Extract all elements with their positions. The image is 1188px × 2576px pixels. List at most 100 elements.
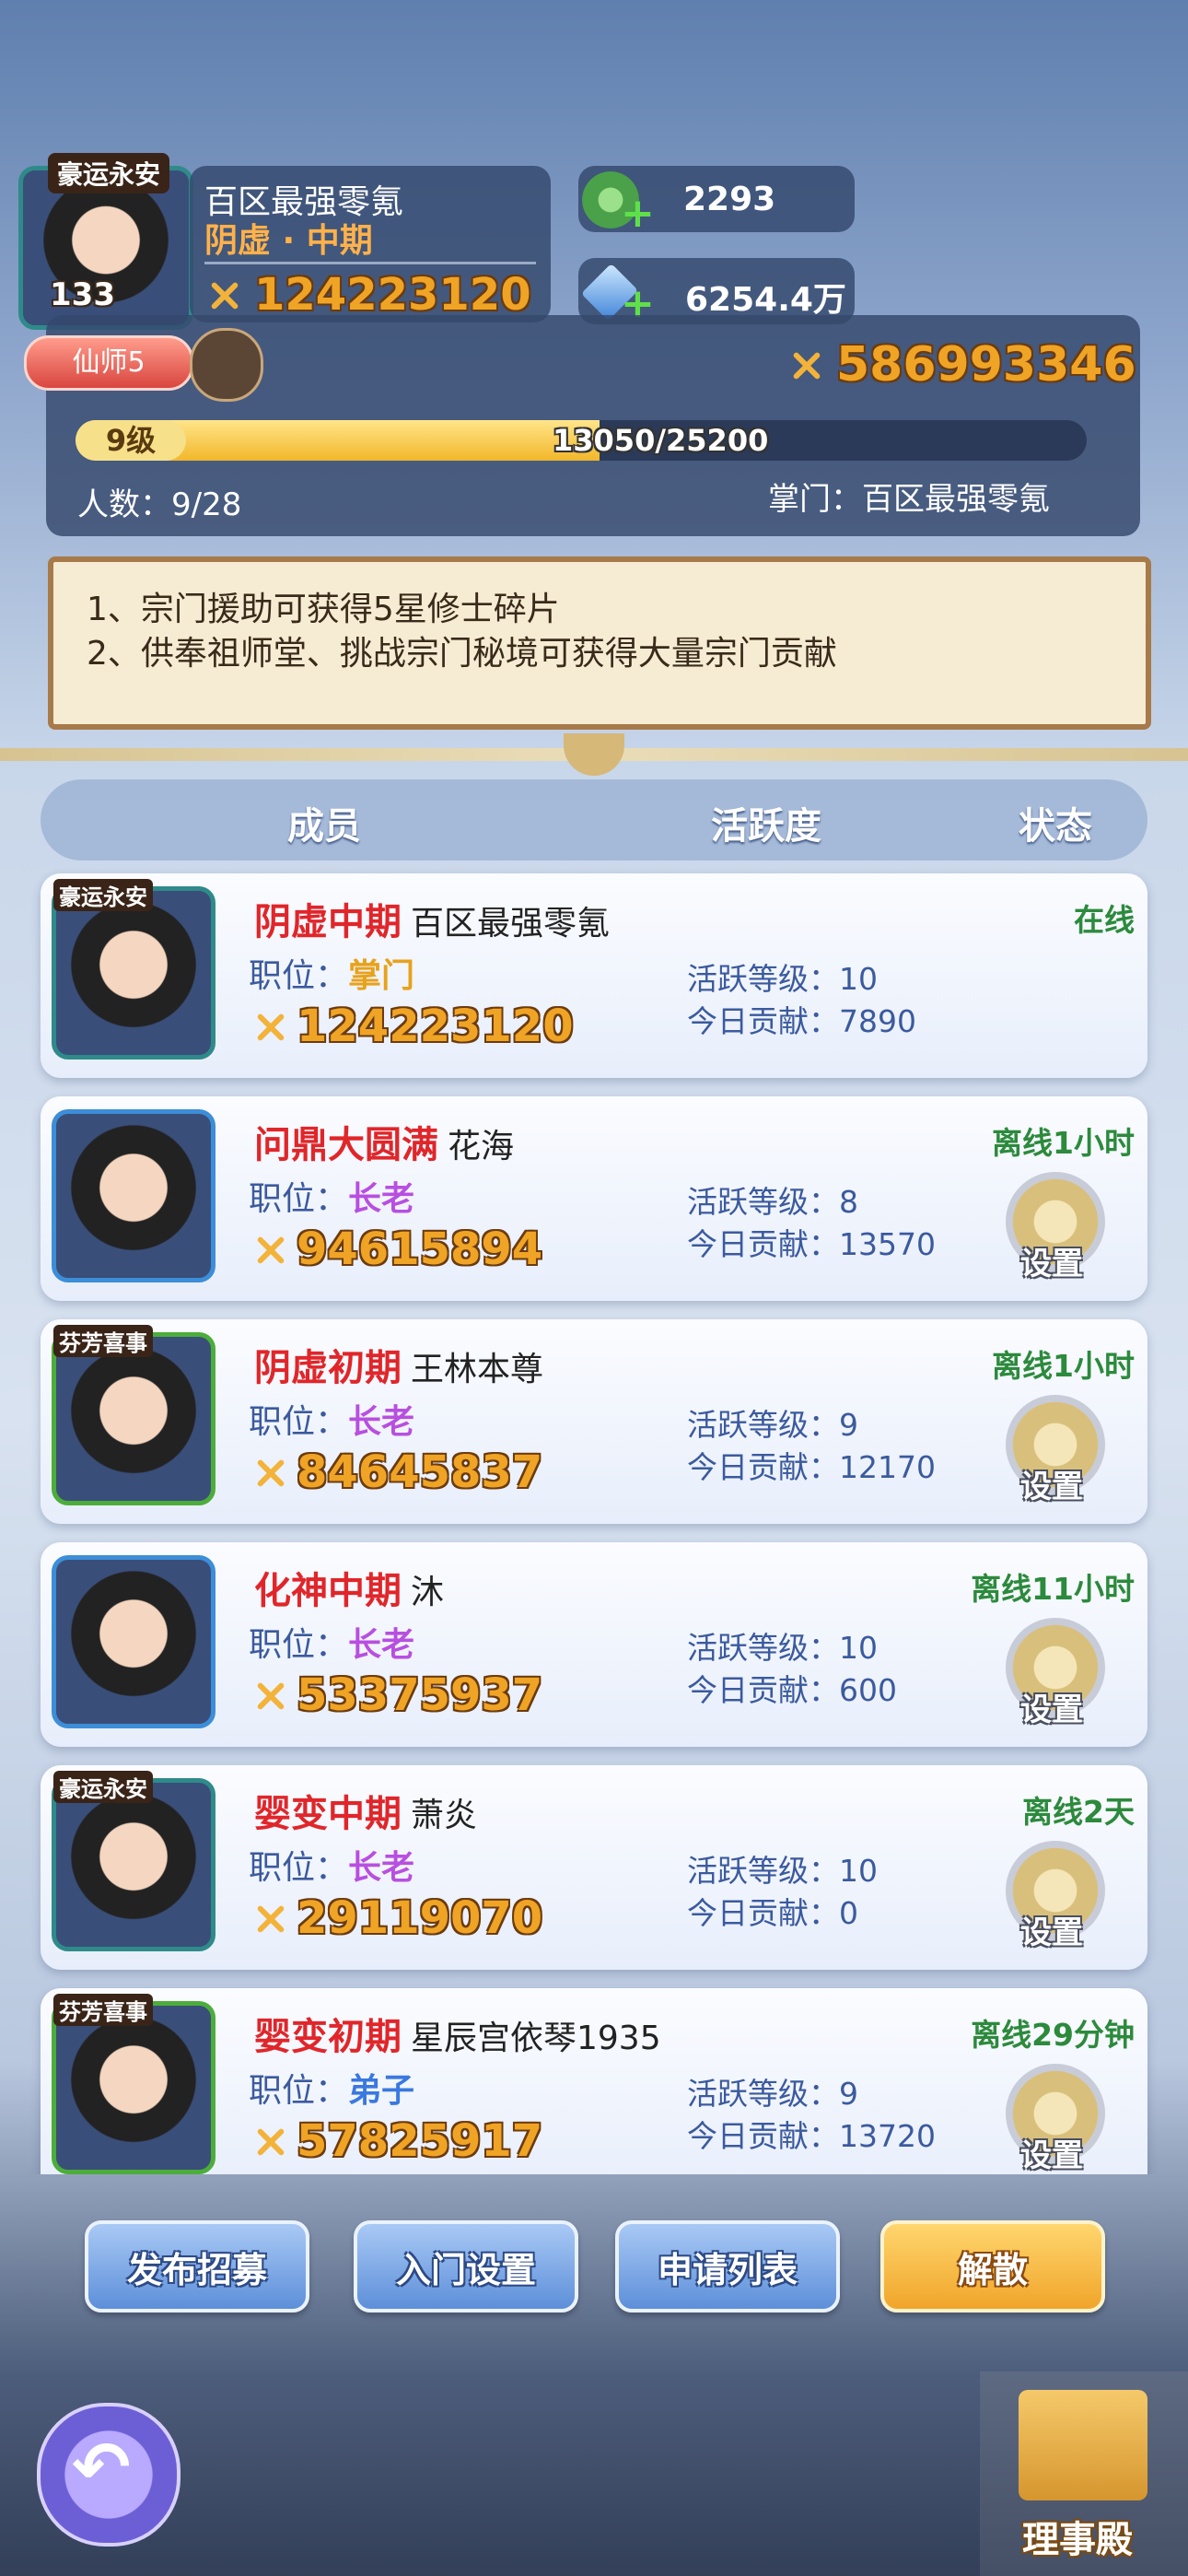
member-avatar[interactable] [52,886,215,1060]
member-power-row: 53375937 [250,1669,542,1721]
activity-label: 活跃等级： [687,1184,839,1220]
activity-label: 活跃等级： [687,961,839,997]
activity-row: 活跃等级：9 [687,2069,858,2113]
member-position: 弟子 [348,2072,415,2110]
member-position: 长老 [348,1403,415,1441]
apply-list-button[interactable]: 申请列表 [615,2220,840,2313]
settings-label: 设置 [1020,1914,1083,1951]
contrib-value: 600 [839,1672,897,1708]
member-power-row: 57825917 [250,2115,542,2167]
contrib-label: 今日贡献： [687,1226,839,1262]
contrib-row: 今日贡献：13720 [687,2112,936,2156]
activity-row: 活跃等级：10 [687,954,878,999]
member-count: 人数：9/28 [77,486,242,523]
contrib-row: 今日贡献：600 [687,1666,897,1710]
member-name: 沐 [411,1574,445,1611]
entry-settings-button[interactable]: 入门设置 [354,2220,578,2313]
member-power: 29119070 [297,1892,543,1944]
notice-line-1: 1、宗门援助可获得5星修士碎片 [87,591,560,628]
member-status: 离线2天 [1022,1794,1135,1830]
sword-icon [250,1006,291,1047]
position-label: 职位： [249,957,349,995]
member-status: 离线1小时 [992,1348,1135,1384]
member-badge: 芬芳喜事 [53,1994,153,2026]
activity-value: 8 [839,1184,858,1220]
activity-label: 活跃等级： [687,1630,839,1666]
sword-icon [786,345,827,385]
table-header [41,779,1147,861]
contrib-row: 今日贡献：7890 [687,997,916,1041]
member-list[interactable]: 豪运永安 阴虚中期 百区最强零氪 职位： 掌门 124223120 活跃等级：1… [0,866,1188,2174]
position-label: 职位： [249,1626,349,1664]
member-position-row: 职位： 长老 [249,1841,414,1889]
member-position-row: 职位： 掌门 [249,949,414,997]
dissolve-button[interactable]: 解散 [880,2220,1105,2313]
activity-value: 10 [839,961,878,997]
exp-text: 13050/25200 [553,423,769,458]
member-title-row: 阴虚中期 百区最强零氪 [254,892,610,945]
activity-value: 10 [839,1853,878,1889]
member-avatar[interactable] [52,1332,215,1505]
activity-value: 9 [839,1407,858,1443]
member-position-row: 职位： 长老 [249,1618,414,1666]
member-position: 长老 [348,1626,415,1664]
activity-value: 10 [839,1630,878,1666]
position-label: 职位： [249,2072,349,2110]
member-power: 57825917 [297,2115,543,2167]
member-avatar[interactable] [52,1555,215,1728]
member-avatar[interactable] [52,1778,215,1951]
leader-power-row: 124223120 [204,269,531,321]
activity-label: 活跃等级： [687,1407,839,1443]
sect-power-row: 586993346 [786,337,1136,392]
member-row[interactable]: 芬芳喜事 阴虚初期 王林本尊 职位： 长老 84645837 活跃等级：9 今日… [41,1319,1147,1524]
member-row[interactable]: 问鼎大圆满 花海 职位： 长老 94615894 活跃等级：8 今日贡献：135… [41,1096,1147,1301]
member-name: 萧炎 [411,1797,478,1834]
member-position: 长老 [348,1180,415,1218]
contrib-value: 0 [839,1895,858,1931]
member-status: 离线1小时 [992,1125,1135,1161]
member-status: 在线 [1074,902,1135,938]
add-icon[interactable]: + [621,193,655,234]
member-row[interactable]: 化神中期 沐 职位： 长老 53375937 活跃等级：10 今日贡献：600 … [41,1542,1147,1747]
contrib-label: 今日贡献： [687,2118,839,2154]
contrib-value: 13720 [839,2118,936,2154]
position-label: 职位： [249,1849,349,1887]
member-title-row: 阴虚初期 王林本尊 [254,1338,543,1391]
member-power-row: 29119070 [250,1892,542,1944]
member-avatar[interactable] [52,2001,215,2174]
crystal-amount: 6254.4万 [685,281,846,319]
header-member: 成员 [287,805,361,848]
member-status: 离线29分钟 [971,2017,1135,2053]
member-realm: 化神中期 [254,1570,402,1612]
member-realm: 婴变中期 [254,1793,402,1835]
sword-icon [204,275,245,315]
edit-icon[interactable] [190,328,263,402]
member-row[interactable]: 豪运永安 婴变中期 萧炎 职位： 长老 29119070 活跃等级：10 今日贡… [41,1765,1147,1970]
contrib-value: 12170 [839,1449,936,1485]
leader-realm: 阴虚 · 中期 [204,222,373,260]
member-row[interactable]: 芬芳喜事 婴变初期 星辰宫依琴1935 职位： 弟子 57825917 活跃等级… [41,1988,1147,2174]
activity-label: 活跃等级： [687,1853,839,1889]
notice-line-2: 2、供奉祖师堂、挑战宗门秘境可获得大量宗门贡献 [87,635,837,673]
contrib-label: 今日贡献： [687,1895,839,1931]
member-power: 94615894 [297,1224,543,1275]
member-power-row: 94615894 [250,1224,542,1275]
member-avatar[interactable] [52,1109,215,1282]
position-label: 职位： [249,1403,349,1441]
member-position-row: 职位： 长老 [249,1172,414,1220]
member-row[interactable]: 豪运永安 阴虚中期 百区最强零氪 职位： 掌门 124223120 活跃等级：1… [41,873,1147,1078]
leader-level: 133 [50,276,115,313]
member-power-row: 84645837 [250,1446,542,1498]
header-status: 状态 [1019,805,1092,848]
member-status: 离线11小时 [971,1571,1135,1607]
sword-icon [250,2121,291,2161]
hall-icon [1019,2390,1147,2500]
member-power: 84645837 [297,1446,543,1498]
contrib-label: 今日贡献： [687,1672,839,1708]
member-power: 124223120 [297,1001,574,1052]
member-badge: 豪运永安 [53,1771,153,1803]
member-position: 长老 [348,1849,415,1887]
activity-row: 活跃等级：10 [687,1846,878,1891]
recruit-button[interactable]: 发布招募 [85,2220,309,2313]
settings-label: 设置 [1020,1692,1083,1728]
